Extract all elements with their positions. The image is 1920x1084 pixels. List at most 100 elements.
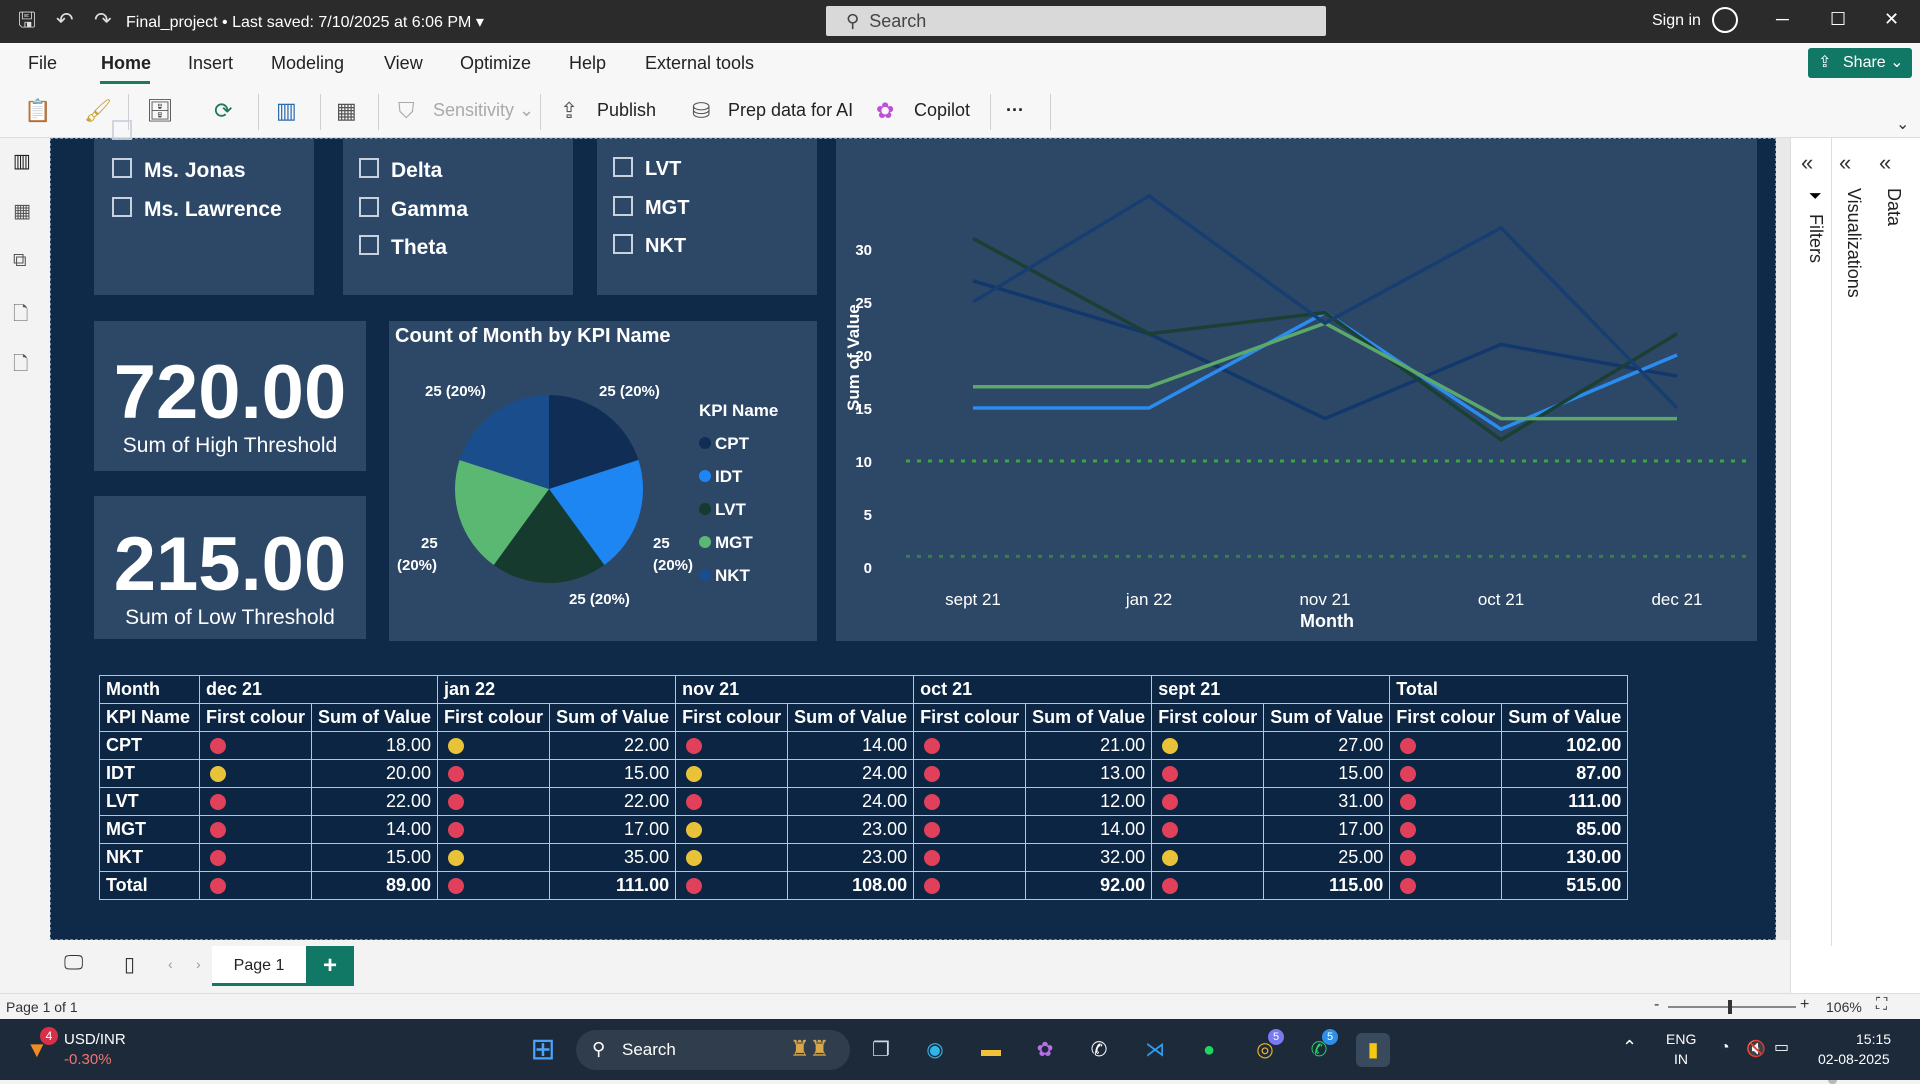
legend-item[interactable]: IDT [699, 460, 753, 493]
minimize-button[interactable]: ─ [1776, 9, 1789, 30]
clock-date[interactable]: 02-08-2025 [1818, 1051, 1890, 1067]
zoom-slider[interactable] [1668, 1000, 1796, 1014]
collapse-ribbon-icon[interactable]: ⌄ [1896, 114, 1909, 134]
taskbar-search[interactable]: ⚲ Search ♜♜ [576, 1030, 850, 1070]
zoom-out-button[interactable]: - [1654, 996, 1659, 1014]
volume-muted-icon[interactable]: 🔇 [1746, 1039, 1766, 1059]
menu-optimize[interactable]: Optimize [460, 53, 531, 74]
report-view-icon[interactable]: ▥ [13, 150, 31, 173]
data-pane-tab[interactable]: Data [1883, 188, 1904, 226]
slicer-item[interactable]: NKT [613, 233, 686, 258]
power-bi-icon[interactable]: ▮ [1356, 1033, 1390, 1067]
zoom-level[interactable]: 106% [1826, 999, 1862, 1015]
line-chart-visual[interactable]: 0 5 10 15 20 25 30 sept 21 jan 22 nov 21 oct 21 dec… [836, 139, 1757, 641]
menu-view[interactable]: View [384, 53, 423, 74]
matrix-total-row[interactable]: Total 89.00 111.00 108.00 92.00 115.00 515.00 [99, 871, 1629, 900]
redo-icon[interactable]: ↷ [94, 8, 112, 34]
refresh-icon[interactable]: ⟳ [214, 98, 232, 124]
matrix-row[interactable]: NKT 15.00 35.00 23.00 32.00 25.00 130.00 [99, 843, 1629, 872]
language-2[interactable]: IN [1674, 1051, 1688, 1067]
more-options-button[interactable]: ··· [1006, 100, 1024, 121]
matrix-row[interactable]: MGT 14.00 17.00 23.00 14.00 17.00 85.00 [99, 815, 1629, 844]
menu-external-tools[interactable]: External tools [645, 53, 754, 74]
new-visual-icon[interactable]: ▥ [276, 98, 297, 124]
checkbox[interactable] [359, 197, 379, 218]
card-low-threshold[interactable]: 215.00 Sum of Low Threshold [94, 496, 366, 639]
slicer-item[interactable]: MGT [613, 195, 689, 220]
language-1[interactable]: ENG [1666, 1031, 1696, 1047]
close-button[interactable]: ✕ [1884, 9, 1899, 30]
dax-query-view-icon[interactable]: 🗋 [13, 300, 28, 332]
checkbox[interactable] [112, 158, 132, 179]
page-tab[interactable]: Page 1 [212, 946, 306, 986]
tmdl-view-icon[interactable]: 🗋 [13, 350, 28, 382]
legend-item[interactable]: CPT [699, 427, 753, 460]
sensitivity-button[interactable]: Sensitivity ⌄ [433, 100, 534, 121]
legend-item[interactable]: LVT [699, 493, 753, 526]
search-input[interactable]: ⚲ Search [826, 6, 1326, 36]
menu-insert[interactable]: Insert [188, 53, 233, 74]
table-view-icon[interactable]: ▦ [13, 200, 31, 223]
legend-item[interactable]: NKT [699, 559, 753, 592]
prev-page-icon[interactable]: ‹ [168, 956, 173, 972]
copilot-button[interactable]: Copilot [914, 100, 970, 121]
visualizations-pane-tab[interactable]: Visualizations [1843, 188, 1864, 298]
file-explorer-icon[interactable]: ▬ [974, 1033, 1008, 1067]
card-high-threshold[interactable]: 720.00 Sum of High Threshold [94, 321, 366, 471]
checkbox[interactable] [359, 158, 379, 179]
checkbox[interactable] [359, 235, 379, 256]
slicer-item[interactable]: Ms. Lawrence [112, 197, 282, 222]
next-page-icon[interactable]: › [196, 956, 201, 972]
start-button[interactable]: ⊞ [526, 1033, 560, 1067]
filters-pane-tab[interactable]: Filters [1805, 214, 1826, 263]
menu-file[interactable]: File [28, 53, 57, 74]
show-hidden-icons[interactable]: ⌃ [1622, 1037, 1637, 1058]
wifi-icon[interactable]: ◔ [1720, 1039, 1730, 1057]
edge-icon[interactable]: ◉ [918, 1033, 952, 1067]
sign-in-link[interactable]: Sign in [1652, 12, 1701, 30]
vscode-icon[interactable]: ⋊ [1138, 1033, 1172, 1067]
mobile-layout-icon[interactable]: ▯ [124, 952, 135, 977]
desktop-layout-icon[interactable]: 🖵 [64, 952, 83, 975]
publish-button[interactable]: Publish [597, 100, 656, 121]
checkbox[interactable] [112, 197, 132, 218]
stock-widget[interactable]: ▼ 4 USD/INR -0.30% [22, 1027, 182, 1071]
zoom-slider-thumb[interactable] [1728, 1000, 1732, 1014]
add-page-button[interactable]: + [306, 946, 354, 986]
checkbox[interactable] [613, 195, 633, 216]
whatsapp-icon[interactable]: ✆ [1082, 1033, 1116, 1067]
checkbox[interactable] [112, 120, 132, 141]
expand-filters-icon[interactable]: « [1801, 150, 1813, 176]
battery-icon[interactable]: ▭ [1774, 1037, 1789, 1057]
get-data-icon[interactable]: 🗄 [146, 98, 174, 124]
slicer-item[interactable]: Theta [359, 235, 447, 260]
matrix-table[interactable]: Month dec 21 jan 22 nov 21 oct 21 sept 21 Tota… [99, 675, 1629, 900]
spotify-icon[interactable]: ● [1192, 1033, 1226, 1067]
slicer-item[interactable]: Delta [359, 158, 442, 183]
maximize-button[interactable]: ☐ [1830, 9, 1846, 30]
task-view-icon[interactable]: ❐ [864, 1033, 898, 1067]
matrix-row[interactable]: LVT 22.00 22.00 24.00 12.00 31.00 111.00 [99, 787, 1629, 816]
zoom-in-button[interactable]: + [1800, 996, 1809, 1014]
menu-modeling[interactable]: Modeling [271, 53, 344, 74]
file-title[interactable]: Final_project • Last saved: 7/10/2025 at… [126, 12, 484, 32]
prep-data-button[interactable]: Prep data for AI [728, 100, 853, 121]
undo-icon[interactable]: ↶ [56, 8, 74, 34]
pie-chart-visual[interactable]: Count of Month by KPI Name 25 (20%) 25 (… [389, 321, 817, 641]
fit-to-page-icon[interactable]: ⛶ [1876, 996, 1887, 1014]
account-icon[interactable] [1712, 7, 1738, 33]
matrix-row[interactable]: IDT 20.00 15.00 24.00 13.00 15.00 87.00 [99, 759, 1629, 788]
paste-icon[interactable]: 📋 [24, 98, 51, 124]
share-button[interactable]: ⇪ Share ⌄ [1808, 48, 1912, 78]
clock-time[interactable]: 15:15 [1856, 1031, 1891, 1047]
model-view-icon[interactable]: ⧉ [13, 250, 27, 272]
legend-item[interactable]: MGT [699, 526, 753, 559]
checkbox[interactable] [613, 156, 633, 177]
copilot-app-icon[interactable]: ✿ [1028, 1033, 1062, 1067]
slicer-item[interactable]: Gamma [359, 197, 468, 222]
expand-data-icon[interactable]: « [1879, 150, 1891, 176]
menu-home[interactable]: Home [101, 53, 151, 74]
save-icon[interactable]: 🖫 [18, 8, 36, 34]
calculator-icon[interactable]: ▦ [336, 98, 357, 124]
format-painter-icon[interactable]: 🖌 [84, 98, 112, 124]
